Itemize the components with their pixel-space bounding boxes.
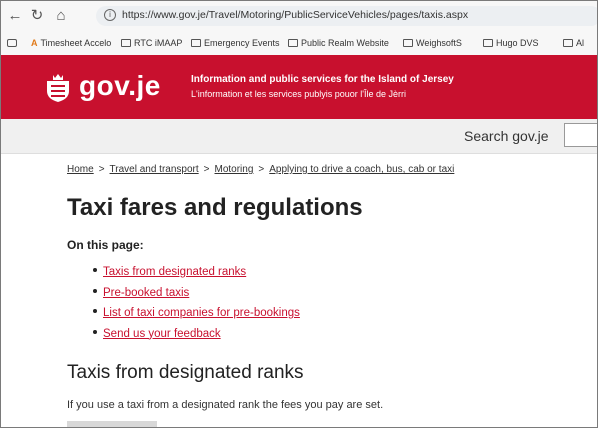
url-text: https://www.gov.je/Travel/Motoring/Publi… [122, 9, 469, 21]
bookmark-hugo-dvs[interactable]: Hugo DVS [483, 36, 539, 50]
toc-item: Taxis from designated ranks [93, 262, 300, 283]
toc-link-feedback[interactable]: Send us your feedback [103, 328, 221, 340]
bookmarks-bar: A Timesheet Accelo RTC iMAAP Emergency Ev… [1, 31, 597, 56]
breadcrumb-travel-and-transport[interactable]: Travel and transport [110, 164, 199, 175]
bullet-icon [93, 288, 97, 293]
jersey-crest-logo-icon[interactable] [45, 73, 71, 103]
breadcrumb-separator: > [203, 164, 210, 175]
folder-icon [403, 39, 413, 47]
page-title: Taxi fares and regulations [67, 194, 363, 221]
toc-item: Pre-booked taxis [93, 283, 300, 304]
bullet-icon [93, 309, 97, 313]
bookmark-public-realm-website[interactable]: Public Realm Website [288, 36, 389, 50]
breadcrumb-applying-to-drive[interactable]: Applying to drive a coach, bus, cab or t… [269, 164, 454, 175]
breadcrumb-separator: > [258, 164, 265, 175]
folder-icon [191, 39, 201, 47]
folder-icon [563, 39, 573, 47]
accelo-logo-icon: A [31, 38, 38, 48]
bookmark-emergency-events[interactable]: Emergency Events [191, 36, 280, 50]
bullet-icon [93, 268, 97, 272]
address-bar-row: ← ↻ ⌂ i https://www.gov.je/Travel/Motori… [1, 1, 597, 31]
bullet-icon [93, 329, 97, 334]
toc-item: List of taxi companies for pre-bookings [93, 303, 300, 324]
on-this-page-list: Taxis from designated ranks Pre-booked t… [93, 262, 300, 344]
back-arrow-icon[interactable]: ← [5, 6, 25, 26]
home-icon[interactable]: ⌂ [51, 6, 71, 26]
search-input[interactable] [564, 123, 597, 147]
search-label: Search gov.je [464, 128, 549, 144]
toc-item: Send us your feedback [93, 324, 300, 345]
breadcrumb: Home > Travel and transport > Motoring > Apply… [67, 164, 454, 175]
browser-window: ← ↻ ⌂ i https://www.gov.je/Travel/Motori… [0, 0, 598, 428]
breadcrumb-motoring[interactable]: Motoring [215, 164, 254, 175]
site-info-icon[interactable]: i [104, 9, 116, 21]
toc-link-designated-ranks[interactable]: Taxis from designated ranks [103, 266, 246, 278]
section-paragraph: If you use a taxi from a designated rank… [67, 399, 384, 411]
bookmark-rtc-imaap[interactable]: RTC iMAAP [121, 36, 182, 50]
bookmark-al[interactable]: Al [563, 36, 584, 50]
toc-link-taxi-companies[interactable]: List of taxi companies for pre-bookings [103, 307, 300, 319]
site-logo-text[interactable]: gov.je [79, 70, 161, 102]
reload-icon[interactable]: ↻ [27, 6, 47, 26]
on-this-page-heading: On this page: [67, 238, 144, 252]
toc-link-pre-booked-taxis[interactable]: Pre-booked taxis [103, 287, 189, 299]
cut-off-text-line [67, 421, 157, 427]
section-heading-designated-ranks: Taxis from designated ranks [67, 362, 304, 383]
bookmark-weighsofts[interactable]: WeighsoftS [403, 36, 462, 50]
tagline-jerriais: L'information et les services publyis po… [191, 89, 407, 99]
bookmark-timesheet-accelo[interactable]: A Timesheet Accelo [31, 36, 111, 50]
folder-icon [483, 39, 493, 47]
sidebar-toggle-icon[interactable] [7, 39, 17, 47]
folder-icon [121, 39, 131, 47]
folder-icon [288, 39, 298, 47]
site-header: gov.je Information and public services f… [1, 55, 597, 119]
tagline-english: Information and public services for the … [191, 74, 454, 85]
search-strip: Search gov.je [1, 119, 597, 154]
url-field[interactable]: i https://www.gov.je/Travel/Motoring/Pub… [96, 6, 597, 26]
breadcrumb-separator: > [98, 164, 105, 175]
breadcrumb-home[interactable]: Home [67, 164, 94, 175]
